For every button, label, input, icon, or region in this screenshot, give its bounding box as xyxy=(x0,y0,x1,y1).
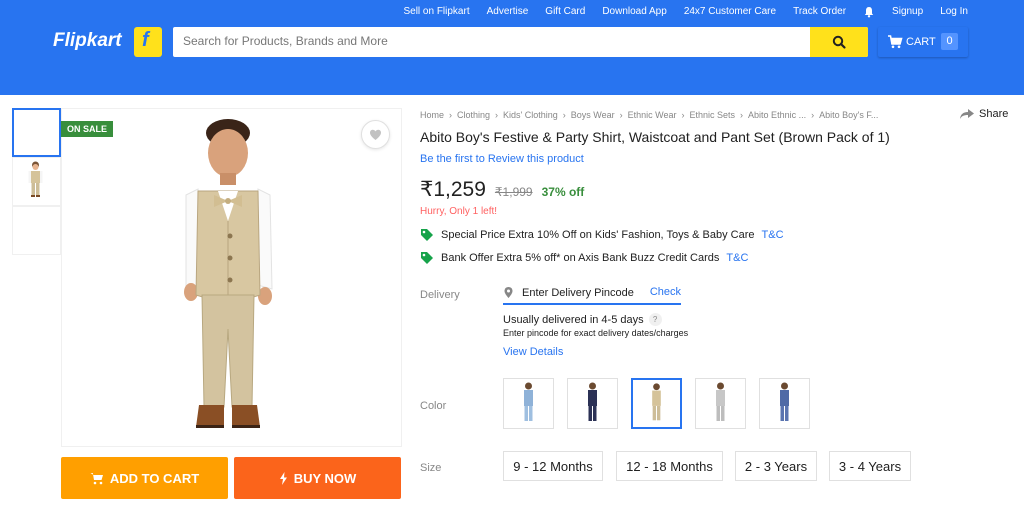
breadcrumb: Home › Clothing › Kids' Clothing › Boys Wea… xyxy=(420,110,878,120)
size-option-12-18-months[interactable]: 12 - 18 Months xyxy=(616,451,723,481)
price-block: ₹1,259 ₹1,999 37% off xyxy=(420,177,584,202)
review-link[interactable]: Be the first to Review this product xyxy=(420,153,584,165)
add-to-cart-button[interactable]: ADD TO CART xyxy=(61,457,228,499)
buy-now-label: BUY NOW xyxy=(293,470,357,486)
heart-icon xyxy=(369,129,382,140)
offer-text: Bank Offer Extra 5% off* on Axis Bank Bu… xyxy=(441,252,720,264)
product-main-image[interactable] xyxy=(61,108,402,447)
swatch-grey-image xyxy=(716,382,725,421)
size-label: Size xyxy=(420,462,442,474)
breadcrumb-separator-icon: › xyxy=(740,110,744,120)
breadcrumb-home[interactable]: Home xyxy=(420,110,444,120)
thumbnail-3[interactable] xyxy=(12,206,61,255)
original-price: ₹1,999 xyxy=(494,185,533,199)
pincode-field[interactable]: Enter Delivery Pincode Check xyxy=(503,283,681,305)
breadcrumb-boys-wear[interactable]: Boys Wear xyxy=(571,110,615,120)
gift-card-link[interactable]: Gift Card xyxy=(545,6,585,18)
offer-tc-link[interactable]: T&C xyxy=(726,252,748,264)
stock-warning: Hurry, Only 1 left! xyxy=(420,206,498,217)
share-icon xyxy=(960,109,974,119)
color-swatch-beige[interactable] xyxy=(631,378,682,429)
color-label: Color xyxy=(420,400,447,412)
thumbnail-boy-image xyxy=(28,161,43,197)
cart-icon xyxy=(888,35,903,49)
discount-percent: 37% off xyxy=(541,185,585,199)
cart-button[interactable]: CART 0 xyxy=(878,27,968,57)
swatch-beige-image xyxy=(652,383,661,421)
offer-bank: Bank Offer Extra 5% off* on Axis Bank Bu… xyxy=(420,251,748,265)
offer-tag-icon xyxy=(421,229,433,241)
pincode-placeholder: Enter Delivery Pincode xyxy=(522,287,634,299)
color-swatch-navy[interactable] xyxy=(567,378,618,429)
swatch-blue-image xyxy=(780,382,789,421)
color-swatch-grey[interactable] xyxy=(695,378,746,429)
signup-link[interactable]: Signup xyxy=(892,6,923,18)
product-title: Abito Boy's Festive & Party Shirt, Waist… xyxy=(420,129,890,145)
track-order-link[interactable]: Track Order xyxy=(793,6,846,18)
delivery-estimate: Usually delivered in 4-5 days ? xyxy=(503,313,662,326)
login-link[interactable]: Log In xyxy=(940,6,968,18)
breadcrumb-ethnic-wear[interactable]: Ethnic Wear xyxy=(628,110,677,120)
lightning-icon xyxy=(279,471,287,485)
wishlist-button[interactable] xyxy=(361,120,390,149)
thumbnail-1[interactable] xyxy=(12,108,61,157)
sell-on-flipkart-link[interactable]: Sell on Flipkart xyxy=(403,6,469,18)
size-option-9-12-months[interactable]: 9 - 12 Months xyxy=(503,451,603,481)
notification-bell-icon[interactable] xyxy=(863,6,875,18)
top-header: Sell on Flipkart Advertise Gift Card Dow… xyxy=(0,0,1024,95)
offer-tc-link[interactable]: T&C xyxy=(762,229,784,241)
download-app-link[interactable]: Download App xyxy=(602,6,667,18)
add-to-cart-label: ADD TO CART xyxy=(109,470,200,486)
breadcrumb-product[interactable]: Abito Boy's F... xyxy=(819,110,878,120)
boy-in-suit-image xyxy=(184,119,273,428)
flipkart-logo-icon[interactable] xyxy=(134,27,162,57)
breadcrumb-separator-icon: › xyxy=(811,110,815,120)
cart-icon xyxy=(90,472,103,484)
advertise-link[interactable]: Advertise xyxy=(487,6,529,18)
breadcrumb-separator-icon: › xyxy=(562,110,566,120)
view-details-link[interactable]: View Details xyxy=(503,346,563,358)
search-bar xyxy=(173,27,868,57)
on-sale-badge: ON SALE xyxy=(61,121,114,137)
breadcrumb-abito-ethnic[interactable]: Abito Ethnic ... xyxy=(748,110,806,120)
customer-care-link[interactable]: 24x7 Customer Care xyxy=(684,6,776,18)
breadcrumb-separator-icon: › xyxy=(619,110,623,120)
share-button[interactable]: Share xyxy=(960,108,1008,120)
flipkart-logo[interactable]: Flipkart xyxy=(53,30,122,52)
color-swatch-blue[interactable] xyxy=(759,378,810,429)
swatch-light-blue-image xyxy=(524,382,533,421)
offer-tag-icon xyxy=(421,252,433,264)
cart-count-badge: 0 xyxy=(941,33,958,50)
breadcrumb-kids-clothing[interactable]: Kids' Clothing xyxy=(503,110,558,120)
breadcrumb-clothing[interactable]: Clothing xyxy=(457,110,490,120)
delivery-estimate-text: Usually delivered in 4-5 days xyxy=(503,313,644,326)
breadcrumb-separator-icon: › xyxy=(681,110,685,120)
breadcrumb-ethnic-sets[interactable]: Ethnic Sets xyxy=(690,110,736,120)
search-input[interactable] xyxy=(183,34,803,48)
buy-now-button[interactable]: BUY NOW xyxy=(234,457,401,499)
color-swatch-light-blue[interactable] xyxy=(503,378,554,429)
size-option-2-3-years[interactable]: 2 - 3 Years xyxy=(735,451,817,481)
swatch-navy-image xyxy=(588,382,597,421)
delivery-label: Delivery xyxy=(420,289,460,301)
share-label: Share xyxy=(979,108,1009,120)
size-option-3-4-years[interactable]: 3 - 4 Years xyxy=(829,451,911,481)
thumbnail-list xyxy=(12,108,61,255)
offer-special-price: Special Price Extra 10% Off on Kids' Fas… xyxy=(420,228,784,242)
thumbnail-2[interactable] xyxy=(12,157,61,206)
delivery-note: Enter pincode for exact delivery dates/c… xyxy=(503,328,689,338)
check-pincode-button[interactable]: Check xyxy=(650,286,681,298)
help-icon[interactable]: ? xyxy=(648,313,662,326)
search-button[interactable] xyxy=(810,27,868,57)
cart-label: CART xyxy=(906,36,936,48)
breadcrumb-separator-icon: › xyxy=(449,110,453,120)
top-links: Sell on Flipkart Advertise Gift Card Dow… xyxy=(386,6,968,18)
breadcrumb-separator-icon: › xyxy=(495,110,499,120)
location-pin-icon xyxy=(504,287,513,298)
selling-price: ₹1,259 xyxy=(420,178,486,201)
offer-text: Special Price Extra 10% Off on Kids' Fas… xyxy=(441,229,755,241)
search-icon xyxy=(832,35,846,49)
